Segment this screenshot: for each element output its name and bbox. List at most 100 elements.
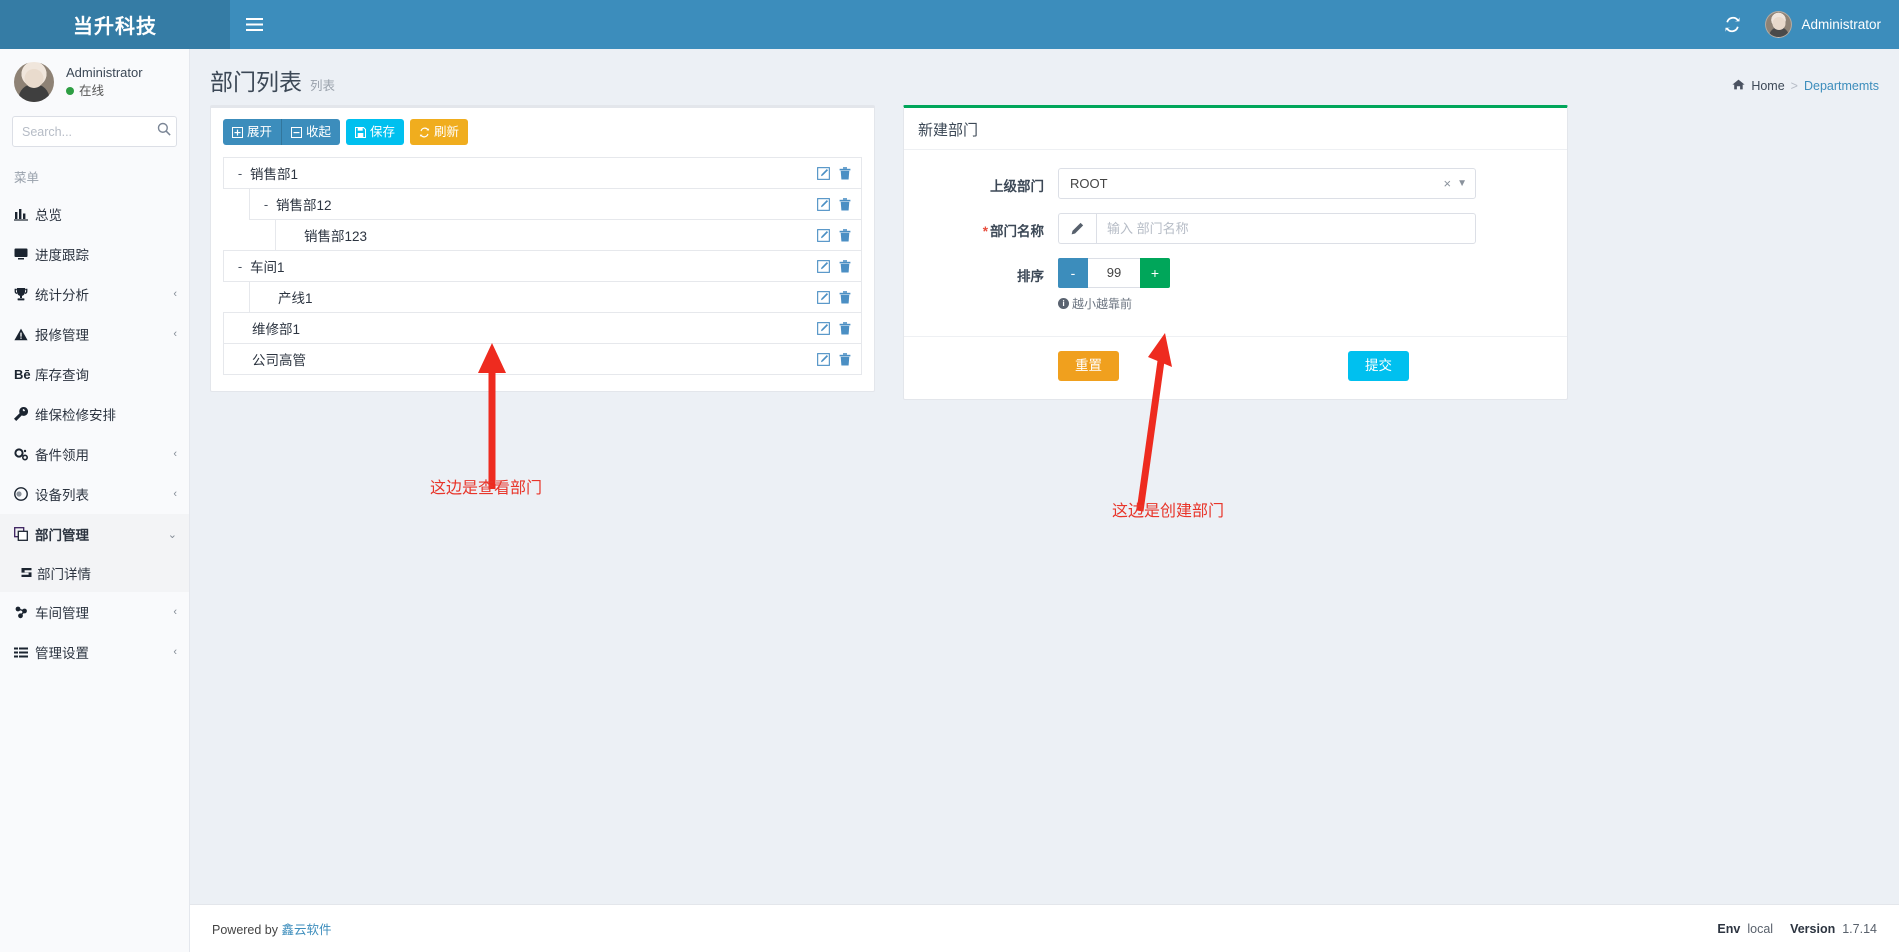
clear-x-icon[interactable]: ×	[1438, 176, 1458, 191]
edit-icon[interactable]	[817, 198, 830, 211]
bar-chart-icon	[14, 208, 35, 221]
form-body: 上级部门 ROOT × ▼ *部门名称	[904, 150, 1567, 336]
warning-triangle-icon	[14, 328, 35, 341]
sidebar-item-label: 备件领用	[35, 444, 173, 464]
submit-button[interactable]: 提交	[1348, 351, 1409, 381]
sidebar-item-label: 车间管理	[35, 602, 173, 622]
trash-icon[interactable]	[839, 198, 851, 211]
edit-icon[interactable]	[817, 229, 830, 242]
table-row[interactable]: 维修部1	[223, 312, 862, 344]
table-row[interactable]: - 销售部12	[249, 188, 862, 220]
tree-toggle-icon[interactable]: -	[232, 260, 248, 273]
sidebar-item-label: 统计分析	[35, 284, 173, 304]
sidebar-item-statistics[interactable]: 统计分析 ‹	[0, 274, 189, 314]
user-menu[interactable]: Administrator	[1755, 0, 1899, 49]
edit-icon[interactable]	[817, 353, 830, 366]
sidebar-item-inventory-query[interactable]: Bē 库存查询	[0, 354, 189, 394]
save-button[interactable]: 保存	[346, 119, 404, 145]
breadcrumb: Home > Departmemts	[1732, 79, 1879, 93]
page-title: 部门列表	[210, 63, 302, 97]
sidebar-user-panel: Administrator 在线	[0, 49, 189, 112]
sort-decrement-button[interactable]: -	[1058, 258, 1088, 288]
trash-icon[interactable]	[839, 353, 851, 366]
trash-icon[interactable]	[839, 291, 851, 304]
table-row[interactable]: - 销售部1	[223, 157, 862, 189]
search-icon[interactable]	[157, 122, 171, 139]
form-box: 新建部门 上级部门 ROOT × ▼	[903, 105, 1568, 400]
sidebar-item-equipment-list[interactable]: 设备列表 ‹	[0, 474, 189, 514]
pencil-icon	[1058, 213, 1096, 244]
chevron-down-icon: ⌄	[168, 528, 177, 541]
topbar-right-group: Administrator	[1709, 0, 1899, 49]
version-key: Version	[1790, 922, 1835, 936]
powered-by-link[interactable]: 鑫云软件	[282, 923, 332, 937]
tree-toggle-icon[interactable]: -	[258, 198, 274, 211]
department-tree-panel: 展开 收起	[210, 105, 875, 392]
caret-down-icon[interactable]: ▼	[1457, 178, 1467, 189]
sidebar-item-label: 总览	[35, 204, 177, 224]
page-subtitle: 列表	[310, 75, 335, 94]
refresh-icon	[419, 127, 430, 138]
trash-icon[interactable]	[839, 229, 851, 242]
sidebar-item-admin-settings[interactable]: 管理设置 ‹	[0, 632, 189, 672]
trash-icon[interactable]	[839, 260, 851, 273]
edit-icon[interactable]	[817, 291, 830, 304]
breadcrumb-separator: >	[1791, 79, 1798, 93]
edit-icon[interactable]	[817, 167, 830, 180]
sidebar-item-maintenance-schedule[interactable]: 维保检修安排	[0, 394, 189, 434]
sidebar-item-label: 进度跟踪	[35, 244, 177, 264]
sort-order-label: 排序	[918, 258, 1058, 285]
dashboard-icon	[1732, 79, 1745, 93]
tree-node-label: 销售部1	[248, 163, 817, 183]
brand-logo[interactable]: 当升科技	[0, 0, 230, 49]
refresh-button[interactable]: 刷新	[410, 119, 468, 145]
sidebar-item-label: 库存查询	[35, 364, 177, 384]
trash-icon[interactable]	[839, 322, 851, 335]
hamburger-icon[interactable]	[230, 0, 278, 49]
reset-button[interactable]: 重置	[1058, 351, 1119, 381]
sidebar-item-department-management[interactable]: 部门管理 ⌄	[0, 514, 189, 554]
sidebar-item-department-detail[interactable]: 部门详情	[0, 554, 189, 592]
refresh-icon[interactable]	[1709, 0, 1755, 49]
table-row[interactable]: 公司高管	[223, 343, 862, 375]
edit-icon[interactable]	[817, 322, 830, 335]
sidebar-item-spare-parts[interactable]: 备件领用 ‹	[0, 434, 189, 474]
sidebar-item-overview[interactable]: 总览	[0, 194, 189, 234]
user-name: Administrator	[1801, 17, 1881, 32]
sort-increment-button[interactable]: +	[1140, 258, 1170, 288]
tree-node-label: 车间1	[248, 256, 817, 276]
chevron-left-icon: ‹	[173, 288, 177, 300]
chevron-left-icon: ‹	[173, 646, 177, 658]
sidebar-item-workshop-management[interactable]: 车间管理 ‹	[0, 592, 189, 632]
tree-node-label: 维修部1	[250, 318, 817, 338]
sidebar-item-label: 部门详情	[37, 563, 177, 583]
sidebar-item-repair-management[interactable]: 报修管理 ‹	[0, 314, 189, 354]
create-department-panel: 新建部门 上级部门 ROOT × ▼	[903, 105, 1568, 400]
expand-all-button[interactable]: 展开	[223, 119, 281, 145]
table-row[interactable]: 销售部123	[275, 219, 862, 251]
table-row[interactable]: - 车间1	[223, 250, 862, 282]
powered-by: Powered by 鑫云软件	[212, 919, 332, 938]
sidebar-item-label: 设备列表	[35, 484, 173, 504]
collapse-all-button[interactable]: 收起	[281, 119, 340, 145]
sitemap-icon	[14, 606, 35, 619]
sidebar-item-progress-tracking[interactable]: 进度跟踪	[0, 234, 189, 274]
minus-square-icon	[291, 127, 302, 138]
sidebar-menu: 总览 进度跟踪 统计分析 ‹ 报修管理 ‹	[0, 194, 189, 672]
avatar	[14, 62, 54, 102]
clone-icon	[14, 527, 35, 541]
sidebar: Administrator 在线 菜单 总	[0, 49, 190, 952]
department-name-input[interactable]	[1096, 213, 1476, 244]
edit-icon[interactable]	[817, 260, 830, 273]
trophy-icon	[14, 288, 35, 301]
form-box-header: 新建部门	[904, 108, 1567, 150]
annotation-view-department: 这边是查看部门	[430, 474, 542, 498]
tree-toggle-icon[interactable]: -	[232, 167, 248, 180]
breadcrumb-home[interactable]: Home	[1751, 79, 1784, 93]
table-row[interactable]: 产线1	[249, 281, 862, 313]
sort-order-value[interactable]: 99	[1088, 258, 1140, 288]
parent-department-value: ROOT	[1070, 176, 1438, 191]
trash-icon[interactable]	[839, 167, 851, 180]
parent-department-select[interactable]: ROOT × ▼	[1058, 168, 1476, 199]
search-input[interactable]	[12, 116, 177, 147]
